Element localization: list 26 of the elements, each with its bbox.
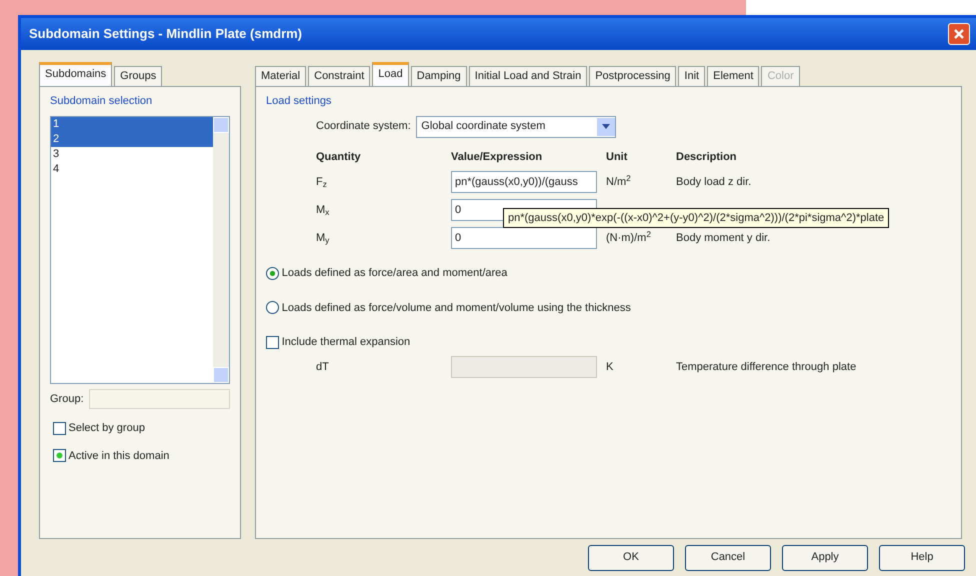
group-label: Group: <box>50 392 84 407</box>
unit-label: N/m$^{2}$ <box>606 174 632 190</box>
column-header: Value/Expression <box>451 150 544 164</box>
quantity-label: F$_{z}$ <box>316 174 328 190</box>
radio-label: Loads defined as force/area and moment/area <box>282 266 508 281</box>
column-header: Description <box>676 150 738 164</box>
window-title: Subdomain Settings - Mindlin Plate (smdrm) <box>29 25 302 44</box>
description-text: Body load z dir. <box>676 174 752 190</box>
checkbox-label: Select by group <box>68 421 145 436</box>
quantity-label: M$_{y}$ <box>316 230 330 246</box>
quantity-label: M$_{x}$ <box>316 202 330 218</box>
tab: Color <box>761 66 800 86</box>
unit-label: K <box>606 360 614 375</box>
description-text: Temperature difference through plate <box>676 360 858 375</box>
quantity-label: dT <box>316 360 330 375</box>
checkbox-label: Include thermal expansion <box>282 335 410 350</box>
checkbox-label: Active in this domain <box>68 448 170 464</box>
field-label: Coordinate system: <box>316 119 411 134</box>
group-title: Load settings <box>266 94 332 109</box>
unit-label: (N·m)/m$^{2}$ <box>606 230 652 246</box>
column-header: Unit <box>606 150 628 164</box>
description-text: Body moment y dir. <box>676 230 772 246</box>
column-header: Quantity <box>316 150 362 164</box>
group-title: Subdomain selection <box>50 94 154 109</box>
tooltip: pn*(gauss(x0,y0)*exp(-((x-x0)^2+(y-y0)^2)/(2*sigma^2)))/(2*pi*sigma^2)*plate <box>503 208 890 228</box>
radio-label: Loads defined as force/volume and moment/volume using the thickness <box>282 300 631 316</box>
